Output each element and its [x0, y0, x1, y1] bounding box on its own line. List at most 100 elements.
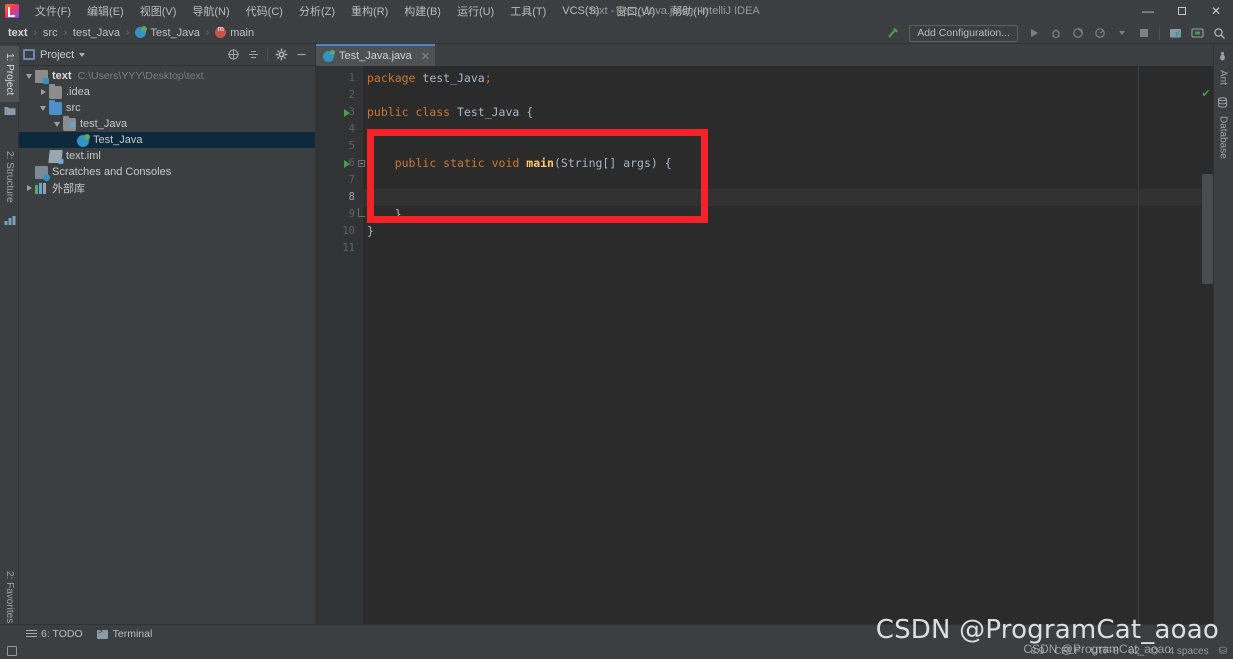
bottom-tab-terminal[interactable]: Terminal: [97, 627, 152, 640]
tree-expand-arrow-right-icon[interactable]: [37, 84, 49, 100]
stop-button[interactable]: [1134, 23, 1154, 43]
code-token: Test_Java {: [450, 105, 534, 119]
tree-twisty-spacer: [65, 132, 77, 148]
tree-node-Test_Java[interactable]: Test_Java: [19, 132, 315, 148]
structure-tool-icon[interactable]: [3, 214, 16, 227]
tree-expand-arrow-right-icon[interactable]: [23, 180, 35, 196]
menu-item-5[interactable]: 分析(Z): [291, 0, 343, 22]
file-encoding[interactable]: UTF-8: [1090, 646, 1118, 657]
breadcrumb: text › src › test_Java › Test_Java › main: [8, 24, 255, 39]
screen-mirror-button[interactable]: [1187, 23, 1207, 43]
maximize-button[interactable]: [1165, 0, 1199, 22]
tree-node-外部库[interactable]: 外部库: [19, 180, 315, 196]
run-with-coverage-button[interactable]: [1068, 23, 1088, 43]
breadcrumb-label: main: [230, 26, 255, 39]
database-tool-icon[interactable]: [1216, 96, 1229, 109]
breadcrumb-item-test_Java[interactable]: test_Java: [73, 27, 120, 39]
menu-item-3[interactable]: 导航(N): [184, 0, 237, 22]
sidebar-tab-favorites[interactable]: 2: Favorites: [0, 564, 19, 630]
chevron-down-icon[interactable]: [79, 52, 86, 57]
tree-node-src[interactable]: src: [19, 99, 315, 116]
menu-item-6[interactable]: 重构(R): [343, 0, 396, 22]
editor-tab-bar: Test_Java.java ✕: [316, 44, 1213, 66]
tree-expand-arrow-down-icon[interactable]: [23, 68, 35, 84]
indent-setting[interactable]: 4 spaces: [1169, 646, 1209, 657]
sidebar-tab-ant[interactable]: Ant: [1213, 64, 1233, 92]
sidebar-tab-project[interactable]: 1: Project: [0, 46, 19, 102]
sidebar-tab-structure[interactable]: 2: Structure: [0, 142, 19, 212]
collapse-all-button[interactable]: [244, 45, 263, 64]
gutter-run-button[interactable]: [342, 104, 352, 121]
project-structure-button[interactable]: [1165, 23, 1185, 43]
gutter-run-button[interactable]: [342, 155, 352, 172]
menu-item-8[interactable]: 运行(U): [449, 0, 502, 22]
editor-scrollbar-thumb[interactable]: [1202, 174, 1213, 284]
menu-item-0[interactable]: 文件(F): [27, 0, 79, 22]
tree-node-test_Java[interactable]: test_Java: [19, 115, 315, 132]
debug-button[interactable]: [1046, 23, 1066, 43]
chevron-right-icon: [40, 89, 46, 95]
project-tool-icon[interactable]: [3, 104, 16, 117]
maximize-icon: [1178, 7, 1186, 15]
code-line-3: public class Test_Java {: [367, 104, 533, 121]
run-button[interactable]: [1024, 23, 1044, 43]
run-configuration-selector[interactable]: Add Configuration...: [909, 24, 1018, 42]
editor-gutter[interactable]: 1 2 3 4 5 6 7 8 9 10 11: [316, 66, 365, 624]
line-number-10: 10: [342, 225, 355, 237]
bottom-tab-todo[interactable]: 6: TODO: [25, 628, 83, 640]
tree-expand-arrow-down-icon[interactable]: [37, 100, 49, 116]
git-branch-icon[interactable]: ⌬: [1150, 646, 1159, 657]
tree-node-.idea[interactable]: .idea: [19, 83, 315, 100]
editor-marker-column[interactable]: [1201, 66, 1213, 624]
scope-button[interactable]: [224, 45, 243, 64]
inspection-status-icon[interactable]: ✔: [1200, 88, 1212, 100]
profile-button[interactable]: [1090, 23, 1110, 43]
tree-node-text[interactable]: text C:\Users\YYY\Desktop\text: [19, 68, 315, 84]
breadcrumb-item-src[interactable]: src: [43, 27, 58, 39]
menu-item-4[interactable]: 代码(C): [238, 0, 291, 22]
tree-node-label: text.iml: [66, 150, 101, 162]
status-bar-right: 8:9 CRLF UTF-8 ὑ2 ⌬ 4 spaces ⛁: [1030, 646, 1227, 657]
gear-icon: [275, 48, 288, 61]
tree-node-Scratches and Consoles[interactable]: Scratches and Consoles: [19, 164, 315, 181]
project-structure-icon: [1169, 29, 1181, 38]
menu-item-2[interactable]: 视图(V): [132, 0, 185, 22]
breadcrumb-label: Test_Java: [150, 26, 200, 39]
module-icon: [35, 69, 49, 84]
breadcrumb-item-text[interactable]: text: [8, 27, 28, 39]
lock-icon[interactable]: ὑ2: [1129, 646, 1140, 657]
close-button[interactable]: ✕: [1199, 0, 1233, 22]
tree-node-text.iml[interactable]: text.iml: [19, 148, 315, 164]
run-icon: [344, 159, 350, 168]
hammer-icon: [888, 28, 899, 38]
minimize-button[interactable]: —: [1131, 0, 1165, 22]
project-panel-title-group[interactable]: Project: [23, 49, 86, 61]
code-line-9: }: [367, 206, 402, 223]
search-everywhere-button[interactable]: [1209, 23, 1229, 43]
sidebar-tab-database[interactable]: Database: [1213, 110, 1233, 164]
breadcrumb-item-Test_Java[interactable]: Test_Java: [135, 26, 200, 39]
menu-item-1[interactable]: 编辑(E): [79, 0, 132, 22]
inspection-profile-icon[interactable]: ⛁: [1219, 646, 1227, 657]
caret-position[interactable]: 8:9: [1030, 646, 1044, 657]
java-class-icon: [135, 26, 148, 38]
profile-dropdown-button[interactable]: [1112, 23, 1132, 43]
close-tab-icon[interactable]: ✕: [421, 50, 430, 63]
editor-tab-test-java[interactable]: Test_Java.java ✕: [316, 44, 435, 66]
event-log-icon[interactable]: [6, 645, 17, 657]
code-token: ;: [484, 71, 492, 85]
status-bar-left: [6, 645, 17, 657]
build-hammer-icon[interactable]: [883, 23, 903, 43]
tree-expand-arrow-down-icon[interactable]: [51, 116, 63, 132]
line-separator[interactable]: CRLF: [1054, 646, 1080, 657]
code-token: public class: [367, 105, 451, 119]
code-content[interactable]: package test_Java; public class Test_Java…: [363, 66, 1213, 624]
ant-tool-icon[interactable]: [1216, 50, 1229, 63]
menu-item-7[interactable]: 构建(B): [396, 0, 449, 22]
settings-gear-button[interactable]: [272, 45, 291, 64]
screen-icon: [1190, 28, 1204, 38]
hide-panel-button[interactable]: [292, 45, 311, 64]
menu-item-9[interactable]: 工具(T): [502, 0, 554, 22]
breadcrumb-item-main[interactable]: main: [215, 24, 255, 39]
